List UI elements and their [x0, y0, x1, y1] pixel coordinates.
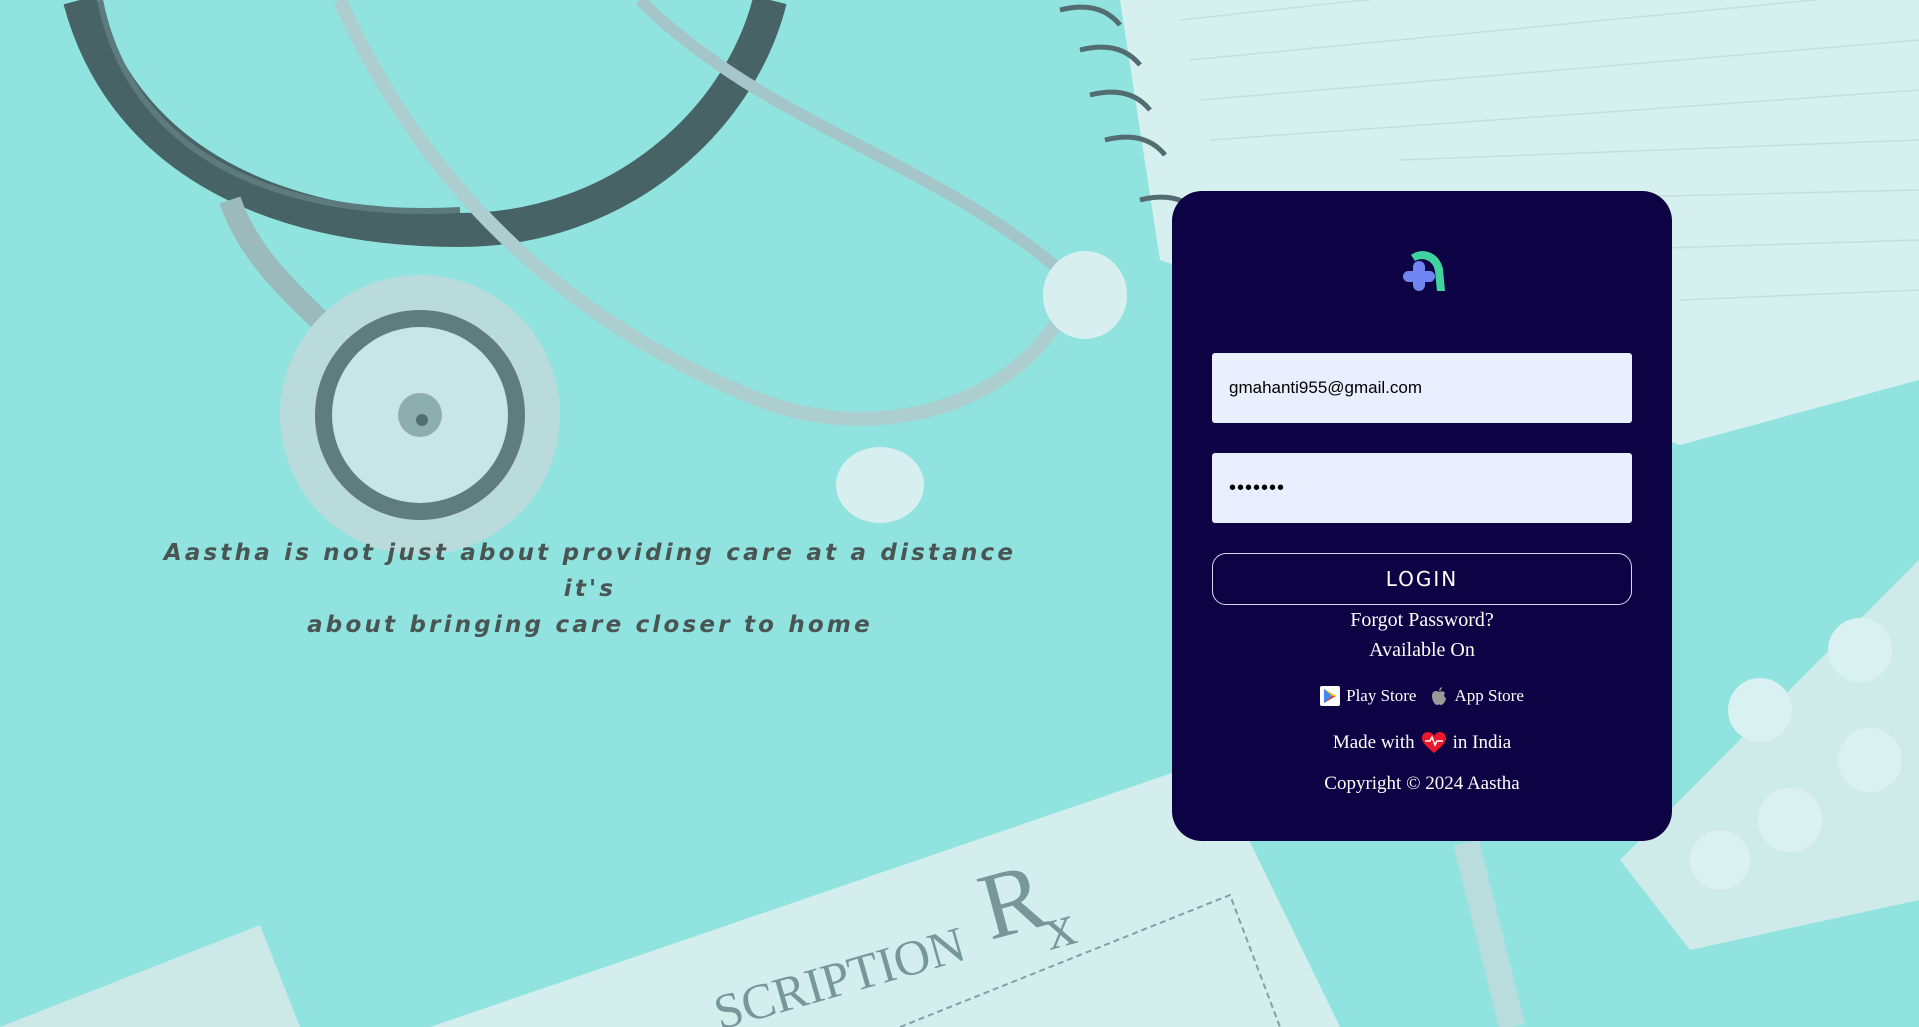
available-on-label: Available On	[1369, 639, 1475, 661]
login-card: LOGIN Forgot Password? Available On Play…	[1172, 191, 1672, 841]
play-store-label: Play Store	[1346, 686, 1417, 705]
heart-icon	[1421, 732, 1446, 753]
play-store-link[interactable]: Play Store	[1320, 686, 1416, 706]
play-store-icon	[1320, 686, 1341, 706]
tagline: Aastha is not just about providing care …	[140, 535, 1040, 643]
store-links: Play Store App Store	[1172, 686, 1672, 706]
apple-icon	[1432, 687, 1447, 705]
app-store-link[interactable]: App Store	[1430, 686, 1524, 706]
in-india-label: in India	[1452, 732, 1512, 753]
copyright: Copyright © 2024 Aastha	[1324, 773, 1520, 794]
made-with-label: Made with	[1332, 732, 1415, 753]
forgot-password-link[interactable]: Forgot Password?	[1172, 609, 1672, 632]
password-field[interactable]	[1212, 453, 1632, 523]
email-field[interactable]	[1212, 353, 1632, 423]
tagline-line-2: about bringing care closer to home	[307, 612, 873, 638]
made-in-india: Made with in India	[1172, 731, 1672, 755]
aastha-logo-icon	[1403, 251, 1445, 291]
tagline-line-1: Aastha is not just about providing care …	[163, 540, 1017, 602]
login-button[interactable]: LOGIN	[1212, 553, 1632, 605]
app-store-label: App Store	[1454, 686, 1524, 705]
